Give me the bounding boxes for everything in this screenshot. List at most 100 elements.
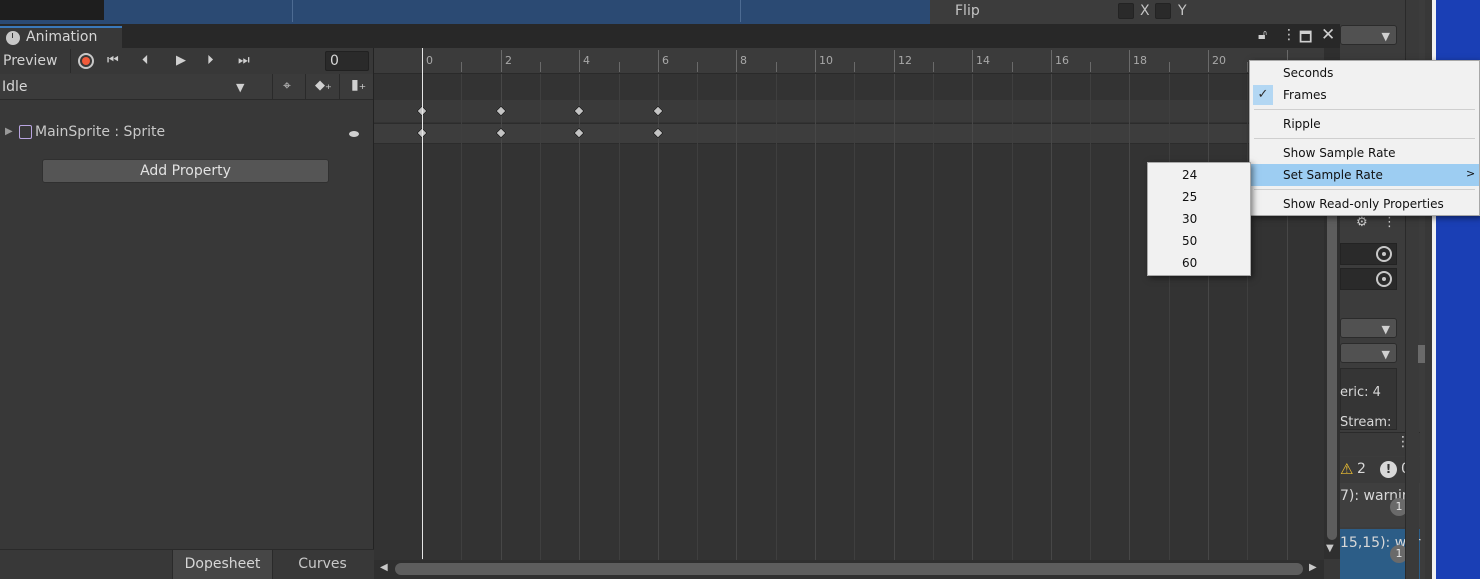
divider bbox=[70, 49, 71, 73]
ruler-tick bbox=[1247, 62, 1248, 72]
ruler-tick bbox=[1012, 62, 1013, 72]
stream-text: Stream: bbox=[1340, 415, 1392, 430]
inspector-scroll-thumb[interactable] bbox=[1418, 345, 1425, 363]
ruler-tick bbox=[815, 50, 816, 72]
scroll-down-icon[interactable]: ▼ bbox=[1326, 543, 1334, 554]
timeline-settings-menu: Seconds Frames Ripple Show Sample Rate S… bbox=[1249, 60, 1480, 216]
warning-count: 2 bbox=[1357, 461, 1366, 477]
object-field[interactable] bbox=[1340, 268, 1397, 290]
grid-line bbox=[1051, 74, 1052, 560]
grid-line bbox=[1129, 74, 1130, 560]
generic-count-text: eric: 4 bbox=[1340, 385, 1381, 400]
menu-item-frames[interactable]: Frames bbox=[1250, 84, 1479, 106]
sample-rate-item[interactable]: 24 bbox=[1148, 164, 1250, 186]
menu-item-show-sample-rate[interactable]: Show Sample Rate bbox=[1250, 142, 1479, 164]
keyframe-options-icon[interactable] bbox=[349, 131, 359, 137]
chevron-down-icon: ▼ bbox=[1381, 323, 1390, 336]
menu-separator bbox=[1254, 109, 1475, 110]
add-keyframe-button[interactable]: ◆₊ bbox=[305, 74, 339, 100]
sample-rate-item[interactable]: 30 bbox=[1148, 208, 1250, 230]
grid-line bbox=[619, 74, 620, 560]
filter-by-selection-button[interactable]: ⌖ bbox=[272, 74, 306, 100]
sample-rate-submenu: 24 25 30 50 60 bbox=[1147, 162, 1251, 276]
more-options-icon[interactable]: ⋮ bbox=[1383, 215, 1396, 230]
grid-line bbox=[1247, 74, 1248, 560]
grid-line bbox=[776, 74, 777, 560]
sample-rate-item[interactable]: 25 bbox=[1148, 186, 1250, 208]
strip-divider bbox=[292, 0, 293, 22]
ruler-tick-label: 14 bbox=[976, 54, 990, 67]
menu-item-seconds[interactable]: Seconds bbox=[1250, 62, 1479, 84]
ruler-tick-label: 8 bbox=[740, 54, 747, 67]
summary-keyframe-row[interactable] bbox=[374, 100, 1324, 122]
first-keyframe-icon[interactable]: ⏮ bbox=[107, 53, 119, 68]
chevron-down-icon: ▼ bbox=[1381, 348, 1390, 361]
property-keyframe-row[interactable] bbox=[374, 123, 1324, 144]
last-keyframe-icon[interactable]: ⏭ bbox=[238, 53, 250, 68]
scene-view-strip bbox=[0, 0, 930, 24]
menu-item-show-read-only-properties[interactable]: Show Read-only Properties bbox=[1250, 193, 1479, 215]
playhead[interactable] bbox=[422, 48, 423, 559]
component-settings-icon[interactable]: ⚙︎ bbox=[1356, 215, 1368, 230]
add-property-button[interactable]: Add Property bbox=[42, 159, 329, 183]
menu-separator bbox=[1254, 189, 1475, 190]
record-button[interactable] bbox=[78, 53, 94, 69]
next-keyframe-icon[interactable]: ⏵︎ bbox=[207, 53, 214, 68]
scroll-right-icon[interactable]: ▶ bbox=[1309, 562, 1317, 573]
tab-curves[interactable]: Curves bbox=[272, 550, 372, 579]
window-title: Animation bbox=[26, 29, 98, 45]
ruler-tick bbox=[1129, 50, 1130, 72]
inspector-dropdown[interactable]: ▼ bbox=[1340, 343, 1397, 363]
sprite-renderer-icon bbox=[19, 125, 32, 139]
property-label: MainSprite : Sprite bbox=[35, 124, 166, 140]
close-icon[interactable]: ✕ bbox=[1321, 25, 1335, 45]
lock-icon[interactable]: 🔓︎ bbox=[1258, 27, 1267, 43]
grid-line bbox=[501, 74, 502, 560]
ruler-tick bbox=[579, 50, 580, 72]
horizontal-scroll-thumb[interactable] bbox=[395, 563, 1303, 575]
inspector-dropdown[interactable]: ▼ bbox=[1340, 25, 1397, 45]
ruler-tick-label: 6 bbox=[662, 54, 669, 67]
add-event-icon: ▮₊ bbox=[351, 77, 367, 93]
add-event-button[interactable]: ▮₊ bbox=[339, 74, 373, 100]
grid-line bbox=[933, 74, 934, 560]
ruler-tick bbox=[854, 62, 855, 72]
grid-line bbox=[579, 74, 580, 560]
menu-item-ripple[interactable]: Ripple bbox=[1250, 113, 1479, 135]
dopesheet-grid[interactable] bbox=[374, 74, 1324, 560]
chevron-down-icon[interactable]: ▼ bbox=[236, 81, 244, 94]
tab-dopesheet[interactable]: Dopesheet bbox=[172, 550, 272, 579]
flip-label: Flip bbox=[955, 3, 980, 19]
preview-toggle[interactable]: Preview bbox=[3, 53, 58, 69]
clip-dropdown[interactable]: Idle bbox=[2, 79, 28, 95]
inspector-dropdown[interactable]: ▼ bbox=[1340, 318, 1397, 338]
sample-rate-item[interactable]: 60 bbox=[1148, 252, 1250, 274]
ruler-tick bbox=[619, 62, 620, 72]
timeline-ruler[interactable] bbox=[374, 48, 1340, 74]
flip-x-checkbox[interactable] bbox=[1118, 3, 1134, 19]
ruler-tick bbox=[461, 62, 462, 72]
error-icon[interactable]: ! bbox=[1380, 461, 1397, 478]
object-field[interactable] bbox=[1340, 243, 1397, 265]
sample-rate-item[interactable]: 50 bbox=[1148, 230, 1250, 252]
grid-line bbox=[972, 74, 973, 560]
more-options-icon[interactable]: ⋮ bbox=[1282, 27, 1296, 43]
ruler-tick-label: 2 bbox=[505, 54, 512, 67]
object-picker-icon[interactable] bbox=[1376, 271, 1392, 287]
chevron-down-icon: ▼ bbox=[1381, 30, 1390, 43]
grid-line bbox=[815, 74, 816, 560]
menu-item-set-sample-rate[interactable]: Set Sample Rate bbox=[1250, 164, 1479, 186]
current-frame-field[interactable]: 0 bbox=[325, 51, 369, 71]
flip-y-checkbox[interactable] bbox=[1155, 3, 1171, 19]
ruler-tick-label: 16 bbox=[1055, 54, 1069, 67]
grid-line bbox=[658, 74, 659, 560]
expand-arrow-icon[interactable]: ▶ bbox=[5, 126, 13, 137]
play-icon[interactable]: ▶ bbox=[176, 53, 186, 68]
scroll-left-icon[interactable]: ◀ bbox=[380, 562, 388, 573]
previous-keyframe-icon[interactable]: ⏴︎ bbox=[142, 53, 149, 68]
warning-icon[interactable]: ⚠ bbox=[1340, 460, 1353, 478]
ruler-tick bbox=[972, 50, 973, 72]
grid-line bbox=[1012, 74, 1013, 560]
object-picker-icon[interactable] bbox=[1376, 246, 1392, 262]
flip-x-label: X bbox=[1140, 3, 1150, 19]
